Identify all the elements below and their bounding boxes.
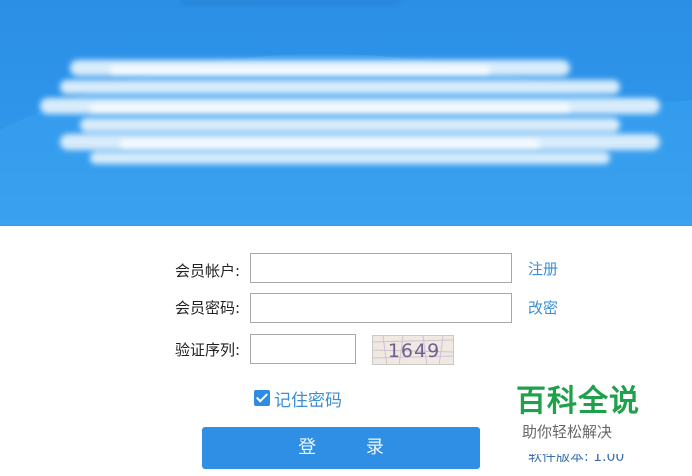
watermark-logo: 百科全说 助你轻松解决 xyxy=(492,372,692,454)
banner-clouds xyxy=(0,0,692,226)
remember-password-toggle[interactable]: 记住密码 xyxy=(254,386,342,411)
change-password-link[interactable]: 改密 xyxy=(528,298,558,318)
password-label: 会员密码: xyxy=(174,299,240,317)
login-button[interactable]: 登 录 xyxy=(202,427,480,469)
remember-checkbox[interactable] xyxy=(254,390,270,406)
password-input[interactable] xyxy=(250,293,512,323)
watermark-title: 百科全说 xyxy=(516,384,640,419)
login-window: 会员帐户: 注册 会员密码: 改密 验证序列: 1649 记住密码 登 录 软件… xyxy=(0,0,692,476)
account-label: 会员帐户: xyxy=(174,262,240,280)
remember-label: 记住密码 xyxy=(274,390,342,411)
account-input[interactable] xyxy=(250,253,512,283)
header-banner xyxy=(0,0,692,226)
register-link[interactable]: 注册 xyxy=(528,259,558,279)
watermark-subtitle: 助你轻松解决 xyxy=(522,423,613,441)
captcha-input[interactable] xyxy=(250,334,356,364)
captcha-code: 1649 xyxy=(387,340,441,362)
captcha-label: 验证序列: xyxy=(174,341,240,359)
captcha-image[interactable]: 1649 xyxy=(372,335,454,365)
